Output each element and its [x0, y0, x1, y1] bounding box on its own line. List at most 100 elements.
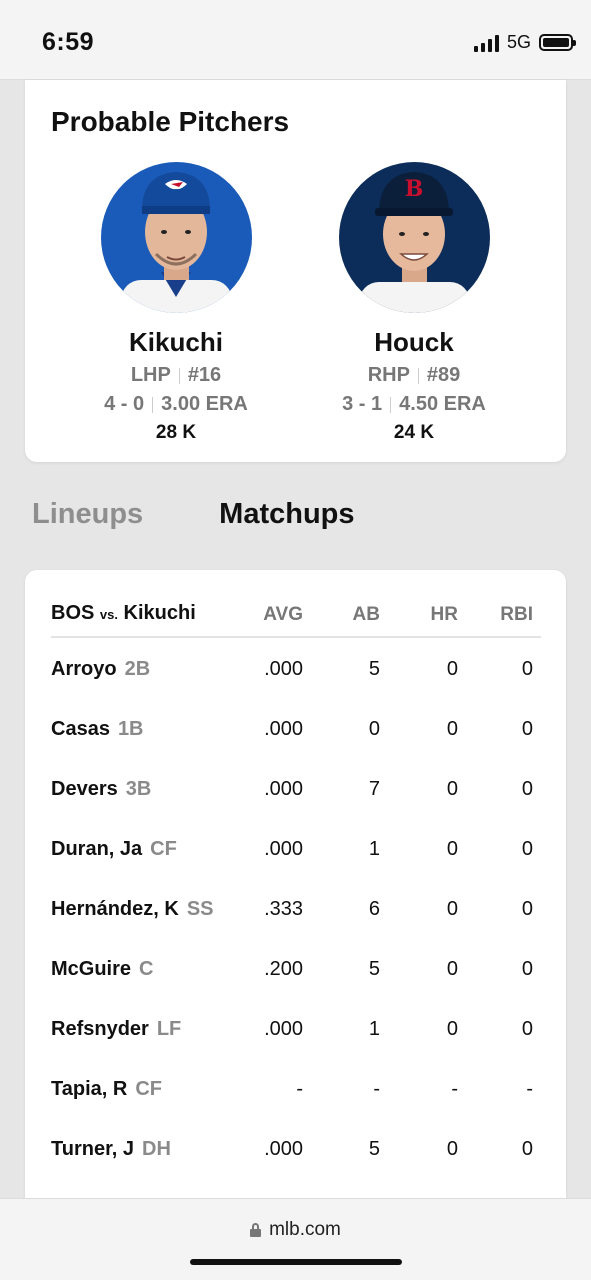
- player-name[interactable]: Refsnyder LF: [51, 1018, 181, 1041]
- cell-rbi: 0: [521, 838, 533, 860]
- column-header-rbi: RBI: [500, 604, 533, 625]
- cell-hr: 0: [446, 718, 458, 740]
- cell-ab: 1: [368, 1018, 380, 1040]
- browser-url-bar[interactable]: mlb.com: [0, 1198, 591, 1280]
- cell-rbi: 0: [521, 958, 533, 980]
- signal-icon: [473, 34, 499, 52]
- player-position: DH: [142, 1138, 171, 1160]
- pitcher-name[interactable]: Kikuchi: [61, 327, 291, 358]
- pitcher-hand-number: RHP #89: [299, 364, 529, 387]
- probable-pitchers-card: Probable Pitchers Kikuchi LHP #16 4 - 0 …: [25, 80, 566, 462]
- tab-matchups[interactable]: Matchups: [219, 498, 354, 531]
- pitcher-era: 4.50 ERA: [399, 393, 486, 415]
- pitcher-home[interactable]: B Houck RHP #89 3 - 1 4.50 ERA 24 K: [299, 162, 529, 444]
- tab-lineups[interactable]: Lineups: [32, 498, 143, 531]
- pitcher-throws: RHP: [367, 364, 410, 386]
- cell-avg: .000: [264, 778, 303, 800]
- battery-icon: [539, 34, 576, 51]
- pitcher-throws: LHP: [130, 364, 171, 386]
- pitcher-strikeouts: 28 K: [155, 422, 197, 443]
- player-position: 1B: [117, 718, 144, 740]
- cell-rbi: 0: [521, 718, 533, 740]
- cell-hr: 0: [446, 958, 458, 980]
- pitcher-record: 3 - 1: [342, 393, 383, 415]
- cell-ab: 5: [368, 958, 380, 980]
- cell-rbi: 0: [521, 1018, 533, 1040]
- column-header-avg: AVG: [263, 604, 303, 625]
- cell-hr: 0: [446, 1018, 458, 1040]
- home-indicator[interactable]: [190, 1259, 402, 1265]
- matchup-title: BOS vs. Kikuchi: [51, 602, 196, 625]
- divider: [417, 367, 419, 384]
- opposing-pitcher: Kikuchi: [123, 602, 196, 624]
- cell-avg: .000: [264, 658, 303, 680]
- cell-hr: 0: [446, 658, 458, 680]
- cell-rbi: -: [526, 1078, 533, 1100]
- cell-avg: .000: [264, 1018, 303, 1040]
- player-position: SS: [186, 898, 214, 920]
- divider: [390, 396, 392, 413]
- player-position: 3B: [125, 778, 152, 800]
- player-name[interactable]: Tapia, R CF: [51, 1078, 162, 1101]
- player-position: LF: [156, 1018, 182, 1040]
- pitcher-avatar[interactable]: B: [338, 162, 490, 313]
- cell-avg: .000: [264, 1138, 303, 1160]
- cell-hr: 0: [446, 898, 458, 920]
- pitcher-name[interactable]: Houck: [299, 327, 529, 358]
- cell-hr: 0: [446, 838, 458, 860]
- player-position: C: [139, 958, 154, 980]
- status-bar: 6:59 5G: [0, 0, 591, 80]
- vs-label: vs.: [99, 607, 118, 622]
- table-row[interactable]: Devers 3B .000 7 0 0: [51, 778, 541, 838]
- svg-text:B: B: [404, 176, 423, 202]
- cell-hr: 0: [446, 778, 458, 800]
- team-abbr: BOS: [51, 602, 95, 624]
- cell-avg: .000: [264, 718, 303, 740]
- player-position: 2B: [124, 658, 151, 680]
- cell-avg: .000: [264, 838, 303, 860]
- player-name[interactable]: Devers 3B: [51, 778, 151, 801]
- player-name[interactable]: Arroyo 2B: [51, 658, 150, 681]
- pitcher-number: #89: [426, 364, 461, 386]
- player-name[interactable]: Turner, J DH: [51, 1138, 171, 1161]
- cell-rbi: 0: [521, 1138, 533, 1160]
- table-row[interactable]: McGuire C .200 5 0 0: [51, 958, 541, 1018]
- cell-avg: -: [296, 1078, 303, 1100]
- player-name[interactable]: Hernández, K SS: [51, 898, 214, 921]
- divider: [152, 396, 154, 413]
- url-display[interactable]: mlb.com: [0, 1219, 591, 1241]
- cell-hr: 0: [446, 1138, 458, 1160]
- cell-ab: 0: [368, 718, 380, 740]
- player-position: CF: [150, 838, 177, 860]
- pitcher-era: 3.00 ERA: [161, 393, 248, 415]
- pitcher-away[interactable]: Kikuchi LHP #16 4 - 0 3.00 ERA 28 K: [61, 162, 291, 444]
- pitcher-avatar[interactable]: [100, 162, 252, 313]
- cell-rbi: 0: [521, 898, 533, 920]
- pitcher-record-era: 4 - 0 3.00 ERA: [61, 393, 291, 416]
- table-row[interactable]: Hernández, K SS .333 6 0 0: [51, 898, 541, 958]
- column-header-ab: AB: [352, 604, 380, 625]
- table-row[interactable]: Duran, Ja CF .000 1 0 0: [51, 838, 541, 898]
- player-name[interactable]: McGuire C: [51, 958, 153, 981]
- player-name[interactable]: Duran, Ja CF: [51, 838, 177, 861]
- cell-rbi: 0: [521, 778, 533, 800]
- url-text: mlb.com: [269, 1219, 341, 1240]
- cell-rbi: 0: [521, 658, 533, 680]
- cell-ab: -: [373, 1078, 380, 1100]
- table-row[interactable]: Refsnyder LF .000 1 0 0: [51, 1018, 541, 1078]
- pitcher-hand-number: LHP #16: [61, 364, 291, 387]
- table-row[interactable]: Tapia, R CF - - - -: [51, 1078, 541, 1138]
- card-title: Probable Pitchers: [51, 106, 290, 137]
- table-row[interactable]: Arroyo 2B .000 5 0 0: [51, 658, 541, 718]
- player-name[interactable]: Casas 1B: [51, 718, 144, 741]
- cell-avg: .200: [264, 958, 303, 980]
- cell-ab: 5: [368, 658, 380, 680]
- lock-icon: [250, 1223, 262, 1237]
- divider: [178, 367, 180, 384]
- status-time: 6:59: [42, 28, 95, 56]
- table-row[interactable]: Casas 1B .000 0 0 0: [51, 718, 541, 778]
- cell-ab: 6: [368, 898, 380, 920]
- cell-ab: 5: [368, 1138, 380, 1160]
- table-row[interactable]: Turner, J DH .000 5 0 0: [51, 1138, 541, 1198]
- player-position: CF: [135, 1078, 162, 1100]
